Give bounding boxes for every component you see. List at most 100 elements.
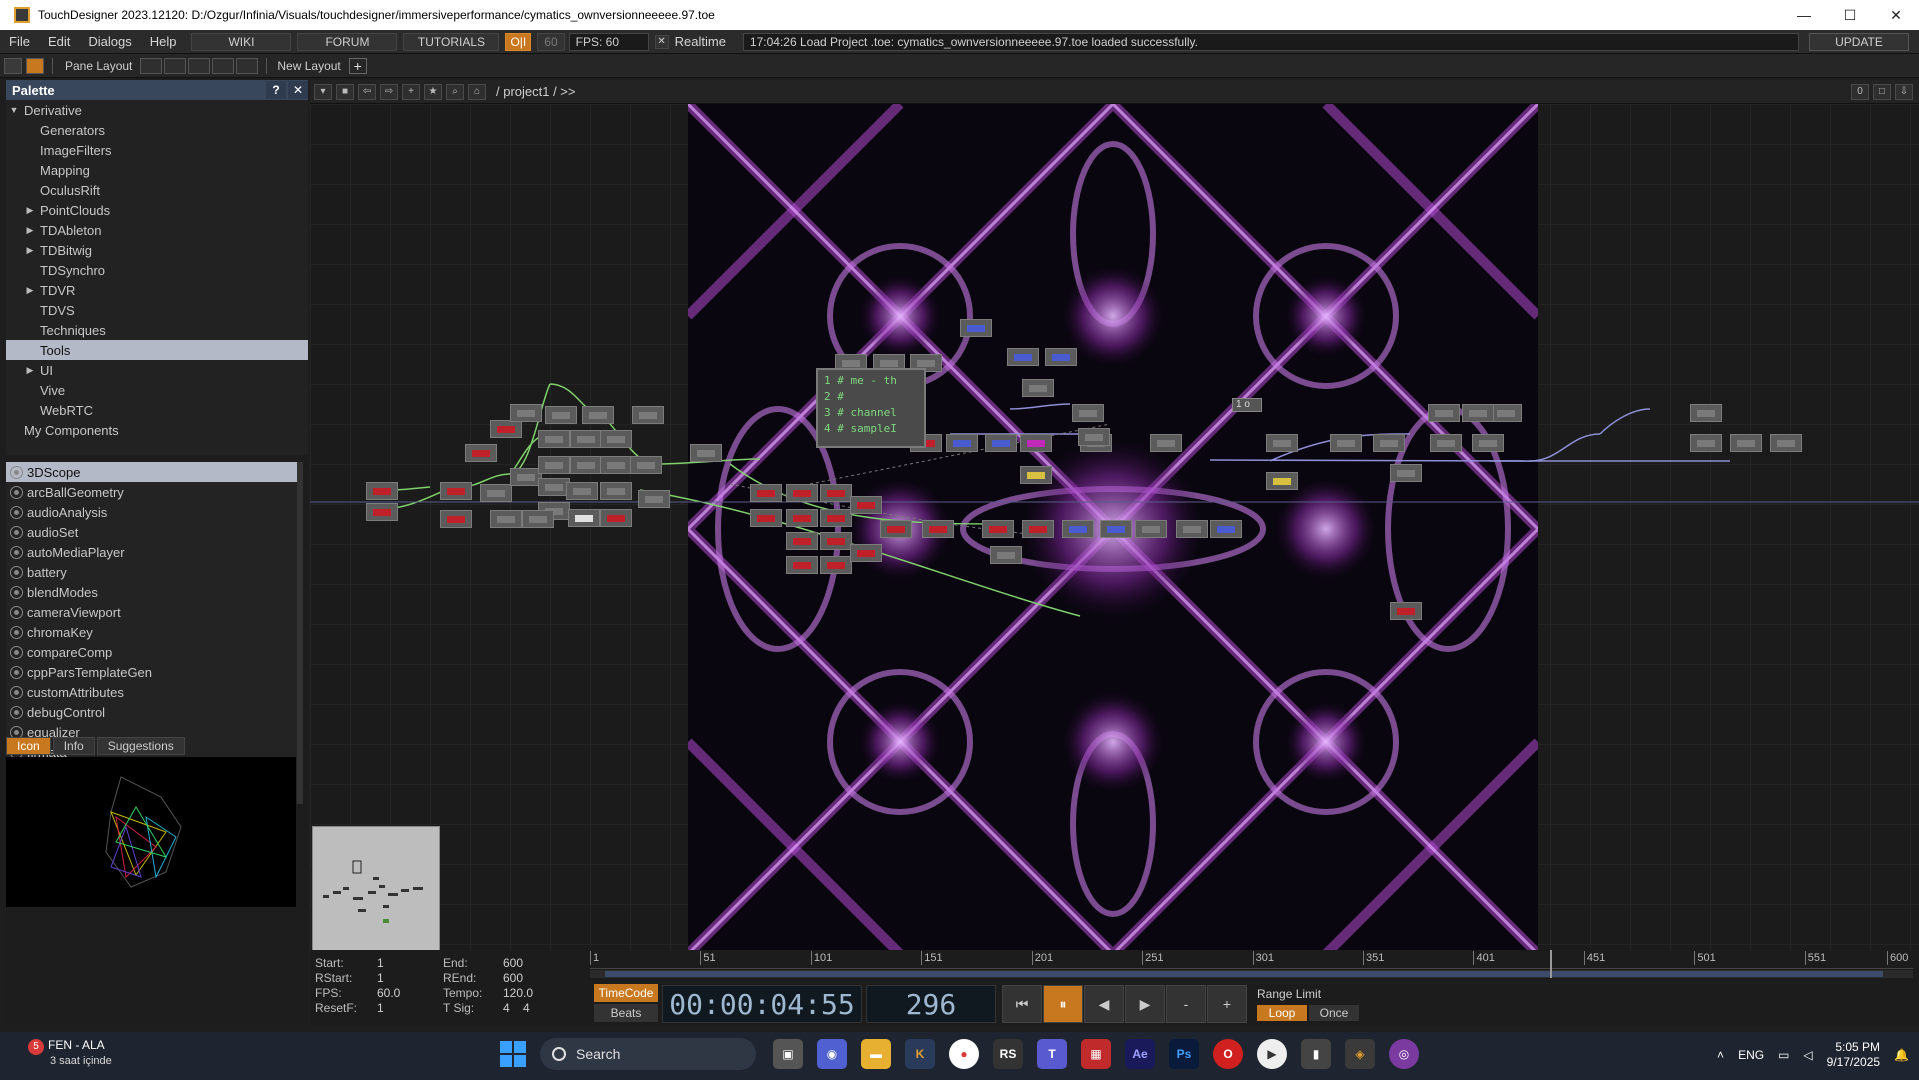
operator-node[interactable] — [570, 456, 602, 474]
operator-node[interactable] — [366, 503, 398, 521]
microphone-app-icon[interactable]: ▮ — [1301, 1039, 1331, 1069]
operator-node[interactable] — [510, 404, 542, 422]
operator-node[interactable] — [465, 444, 497, 462]
palette-tree-item[interactable]: ▶ TDVR — [6, 280, 308, 300]
operator-node[interactable] — [1150, 434, 1182, 452]
forward-icon[interactable]: ⇨ — [380, 83, 398, 100]
palette-tree-item[interactable]: Mapping — [6, 160, 308, 180]
language-indicator[interactable]: ENG — [1738, 1048, 1764, 1062]
weather-widget[interactable]: 5 FEN - ALA 3 saat içinde — [28, 1038, 112, 1067]
operator-node[interactable] — [480, 484, 512, 502]
expand-arrow-icon[interactable]: ▶ — [24, 285, 36, 296]
operator-node[interactable] — [1373, 434, 1405, 452]
operator-node[interactable] — [490, 510, 522, 528]
operator-node[interactable] — [1176, 520, 1208, 538]
end-value[interactable]: 600 — [503, 956, 533, 971]
meet-icon[interactable]: ◉ — [817, 1039, 847, 1069]
operator-node[interactable] — [440, 482, 472, 500]
operator-node[interactable] — [1020, 434, 1052, 452]
menu-dropdown-icon[interactable]: ▾ — [314, 83, 332, 100]
realtime-checkbox[interactable]: ✕ — [654, 34, 669, 49]
frame-display[interactable]: 296 — [866, 985, 996, 1023]
menu-dialogs[interactable]: Dialogs — [79, 34, 140, 49]
palette-help-button[interactable]: ? — [266, 81, 286, 99]
component-list-item[interactable]: debugControl — [6, 702, 301, 722]
tab-suggestions[interactable]: Suggestions — [96, 737, 185, 755]
component-list-item[interactable]: audioSet — [6, 522, 301, 542]
wiki-button[interactable]: WIKI — [191, 32, 292, 51]
operator-node[interactable] — [922, 520, 954, 538]
operator-node[interactable] — [632, 406, 664, 424]
operator-node[interactable] — [1020, 466, 1052, 484]
palette-tree-item[interactable]: ▶ TDAbleton — [6, 220, 308, 240]
teams-icon[interactable]: T — [1037, 1039, 1067, 1069]
timecode-mode-button[interactable]: TimeCode — [594, 984, 658, 1002]
tab-info[interactable]: Info — [52, 737, 95, 755]
operator-node[interactable] — [985, 434, 1017, 452]
component-list-item[interactable]: cppParsTemplateGen — [6, 662, 301, 682]
palette-close-button[interactable]: ✕ — [288, 81, 308, 99]
palette-tree-item[interactable]: Generators — [6, 120, 308, 140]
operator-node[interactable] — [1007, 348, 1039, 366]
operator-node[interactable] — [1100, 520, 1132, 538]
taskbar-search[interactable]: Search — [540, 1038, 756, 1070]
operator-node[interactable] — [820, 556, 852, 574]
operator-node[interactable] — [1022, 520, 1054, 538]
operator-node[interactable] — [786, 509, 818, 527]
component-list-item[interactable]: autoMediaPlayer — [6, 542, 301, 562]
maximize-button[interactable]: ☐ — [1827, 0, 1873, 30]
palette-tree-item[interactable]: ▶ PointClouds — [6, 200, 308, 220]
operator-node[interactable] — [600, 456, 632, 474]
pause-button[interactable]: ⏸ — [1043, 985, 1083, 1023]
operator-node[interactable] — [1135, 520, 1167, 538]
operator-node[interactable] — [1428, 404, 1460, 422]
operator-node[interactable] — [1430, 434, 1462, 452]
file-explorer-icon[interactable]: ▬ — [861, 1039, 891, 1069]
clock[interactable]: 5:05 PM 9/17/2025 — [1827, 1040, 1880, 1070]
expand-arrow-icon[interactable]: ▶ — [24, 205, 36, 216]
operator-node[interactable] — [850, 544, 882, 562]
home-icon[interactable]: ⌂ — [468, 83, 486, 100]
operator-node[interactable] — [538, 456, 570, 474]
pane-options-icon[interactable]: ⇩ — [1895, 83, 1913, 100]
tempo-value[interactable]: 120.0 — [503, 986, 533, 1001]
component-list-item[interactable]: 3DScope — [6, 462, 301, 482]
layout-vsplit-icon[interactable] — [164, 57, 187, 74]
opera-icon[interactable]: O — [1213, 1039, 1243, 1069]
operator-node[interactable] — [786, 484, 818, 502]
operator-node[interactable] — [750, 484, 782, 502]
operator-node[interactable] — [568, 509, 600, 527]
menu-file[interactable]: File — [0, 34, 39, 49]
palette-tree-item[interactable]: ImageFilters — [6, 140, 308, 160]
rs-app-icon[interactable]: RS — [993, 1039, 1023, 1069]
operator-node[interactable] — [1490, 404, 1522, 422]
operator-node[interactable] — [990, 546, 1022, 564]
expand-arrow-icon[interactable]: ▶ — [24, 365, 36, 376]
operator-node[interactable] — [1266, 472, 1298, 490]
operator-node[interactable] — [880, 520, 912, 538]
tray-overflow-icon[interactable]: ˄ — [1717, 1048, 1724, 1062]
operator-node[interactable] — [1690, 404, 1722, 422]
expand-arrow-icon[interactable]: ▼ — [8, 105, 20, 115]
operator-node[interactable] — [1266, 434, 1298, 452]
component-list-item[interactable]: cameraViewport — [6, 602, 301, 622]
operator-node[interactable] — [630, 456, 662, 474]
once-button[interactable]: Once — [1309, 1005, 1359, 1021]
operator-node[interactable] — [638, 490, 670, 508]
resetf-value[interactable]: 1 — [377, 1001, 443, 1016]
increase-button[interactable]: + — [1207, 985, 1247, 1023]
perform-mode-icon[interactable] — [26, 57, 44, 74]
operator-node[interactable] — [982, 520, 1014, 538]
maximize-pane-icon[interactable]: □ — [1873, 83, 1891, 100]
operator-node[interactable] — [820, 532, 852, 550]
component-list-item[interactable]: audioAnalysis — [6, 502, 301, 522]
operator-node[interactable] — [570, 430, 602, 448]
operator-node[interactable] — [600, 430, 632, 448]
operator-node[interactable] — [600, 482, 632, 500]
component-list-item[interactable]: battery — [6, 562, 301, 582]
loop-button[interactable]: Loop — [1257, 1005, 1307, 1021]
timeline-playhead[interactable] — [1550, 950, 1552, 978]
operator-node[interactable] — [522, 510, 554, 528]
task-view-icon[interactable]: ▣ — [773, 1039, 803, 1069]
palette-tree-item[interactable]: Tools — [6, 340, 308, 360]
